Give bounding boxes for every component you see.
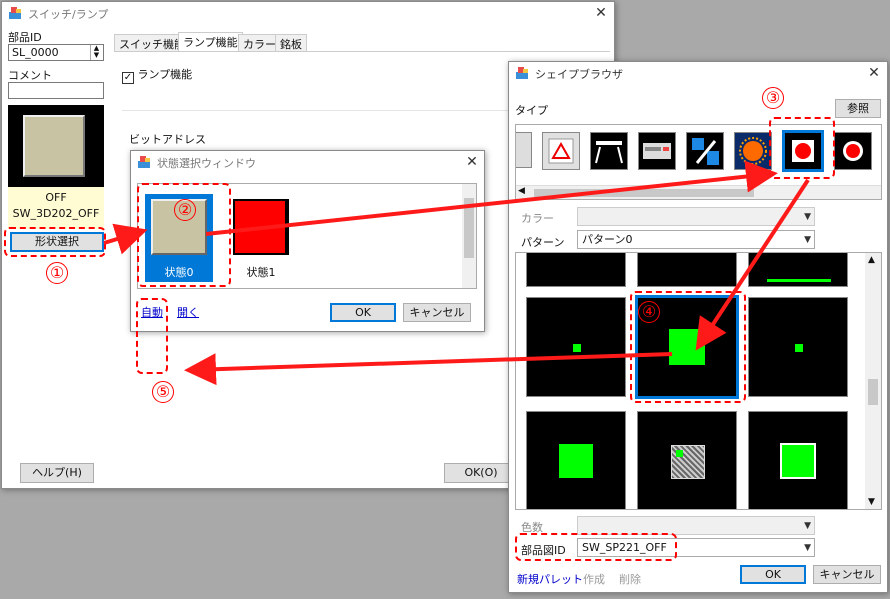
arrow-1-to-2 [103,223,148,255]
arrow-3-to-4 [695,178,810,351]
annotation-arrows [103,160,810,386]
arrow-4-to-5 [184,352,673,386]
arrow-2-to-3 [205,160,778,236]
